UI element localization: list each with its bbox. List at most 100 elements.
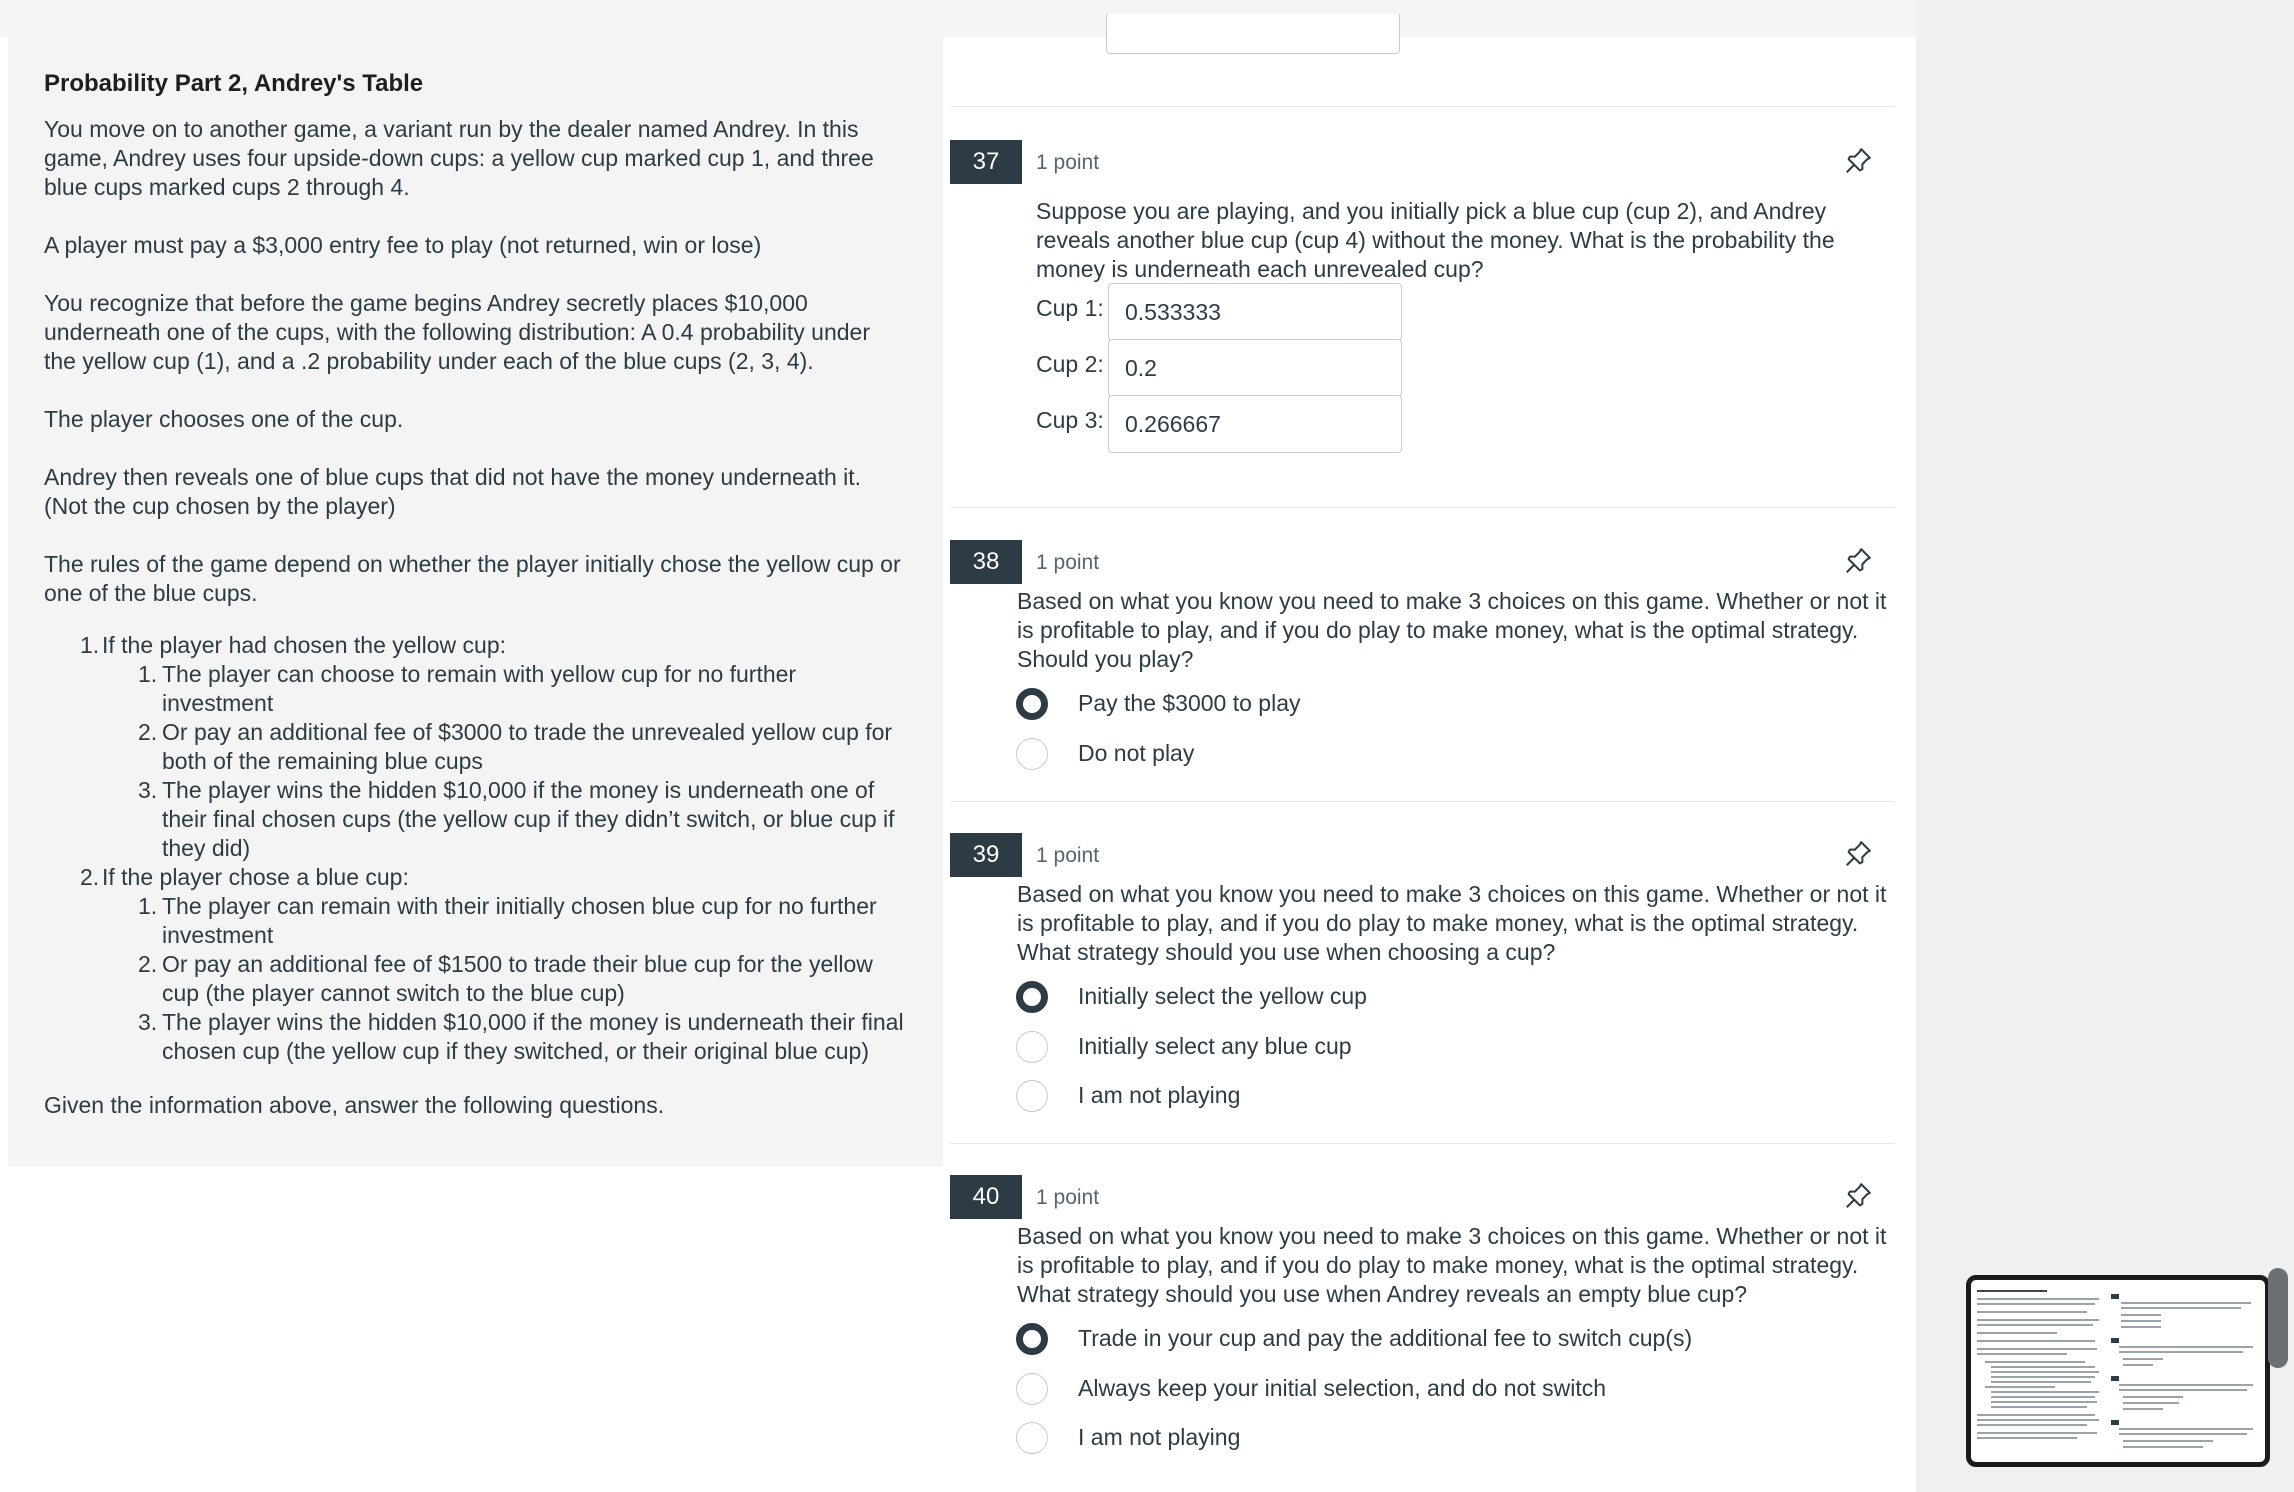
stimulus-paragraph: The rules of the game depend on whether … [44, 551, 901, 606]
previous-answer-input[interactable] [1106, 14, 1400, 54]
list-number: 3. [138, 1009, 158, 1035]
minimap-line [1977, 1419, 2099, 1421]
rules-sublist: 1. The player can choose to remain with y… [102, 660, 907, 863]
minimap-line [1985, 1386, 2055, 1388]
question-37: 37 1 point Suppose you are playing, and … [950, 140, 1895, 510]
minimap-line [2121, 1320, 2161, 1322]
minimap-badge [2111, 1376, 2119, 1381]
pin-icon[interactable] [1843, 1181, 1873, 1211]
minimap-line [1991, 1401, 2097, 1403]
answer-option[interactable]: I am not playing [1016, 1076, 1516, 1116]
list-number: 3. [138, 777, 158, 803]
pin-icon[interactable] [1843, 146, 1873, 176]
answer-option[interactable]: Trade in your cup and pay the additional… [1016, 1319, 1716, 1359]
rules-sublist-item: 1. The player can choose to remain with y… [138, 660, 907, 718]
radio-selected-icon[interactable] [1016, 688, 1048, 720]
minimap-line [2119, 1351, 2243, 1353]
radio-unselected-icon[interactable] [1016, 1373, 1048, 1405]
question-39: 39 1 point Based on what you know you ne… [950, 833, 1895, 1145]
minimap-line [1977, 1432, 2097, 1434]
cup-1-input[interactable]: 0.533333 [1108, 283, 1402, 341]
question-number-badge: 39 [950, 833, 1022, 877]
stimulus-paragraph: A player must pay a $3,000 entry fee to … [44, 232, 762, 258]
page-minimap[interactable] [1966, 1275, 2270, 1467]
answer-option[interactable]: I am not playing [1016, 1418, 1716, 1458]
radio-selected-icon[interactable] [1016, 981, 1048, 1013]
list-text: Or pay an additional fee of $1500 to tra… [162, 951, 873, 1006]
stimulus-paragraph: Given the information above, answer the … [44, 1092, 665, 1118]
option-label: Initially select any blue cup [1078, 1033, 1352, 1059]
minimap-badge [2111, 1420, 2119, 1425]
minimap-line [1977, 1311, 2087, 1313]
answer-option[interactable]: Initially select the yellow cup [1016, 977, 1516, 1017]
list-text: If the player had chosen the yellow cup: [102, 632, 507, 658]
rules-sublist-item: 2. Or pay an additional fee of $3000 to t… [138, 718, 907, 776]
question-38: 38 1 point Based on what you know you ne… [950, 540, 1895, 802]
answer-option[interactable]: Initially select any blue cup [1016, 1027, 1516, 1067]
list-text: The player can remain with their initial… [162, 893, 877, 948]
question-40: 40 1 point Based on what you know you ne… [950, 1175, 1895, 1492]
top-strip [0, 0, 1916, 37]
page-gutter [1916, 0, 2294, 1492]
minimap-line [1977, 1414, 2095, 1416]
list-text: The player wins the hidden $10,000 if th… [162, 1009, 904, 1064]
minimap-line [1991, 1366, 2095, 1368]
question-text: Based on what you know you need to make … [1017, 881, 1887, 965]
divider [950, 801, 1895, 802]
minimap-line [1991, 1391, 2099, 1393]
cup-3-label: Cup 3: [1036, 407, 1104, 433]
divider [950, 507, 1895, 508]
answer-row: Cup 2: 0.2 [1036, 339, 1436, 397]
radio-unselected-icon[interactable] [1016, 1080, 1048, 1112]
minimap-line [1991, 1396, 2095, 1398]
minimap-left-column [1977, 1286, 2105, 1456]
option-label: Pay the $3000 to play [1078, 690, 1301, 716]
minimap-line [2123, 1402, 2179, 1404]
rules-list: 1. If the player had chosen the yellow c… [44, 631, 907, 1066]
minimap-line [2121, 1314, 2161, 1316]
question-points: 1 point [1036, 844, 1100, 867]
question-points: 1 point [1036, 551, 1100, 574]
cup-2-label: Cup 2: [1036, 351, 1104, 377]
rules-list-item: 1. If the player had chosen the yellow c… [80, 631, 907, 863]
list-number: 1. [138, 893, 158, 919]
option-label: I am not playing [1078, 1424, 1241, 1450]
cup-3-input[interactable]: 0.266667 [1108, 395, 1402, 453]
minimap-line [2119, 1384, 2253, 1386]
question-points: 1 point [1036, 151, 1100, 174]
answer-option[interactable]: Always keep your initial selection, and … [1016, 1369, 1716, 1409]
answer-option[interactable]: Do not play [1016, 734, 1516, 774]
pin-icon[interactable] [1843, 546, 1873, 576]
minimap-line [2123, 1396, 2183, 1398]
radio-unselected-icon[interactable] [1016, 1031, 1048, 1063]
app-window: Probability Part 2, Andrey's Table You m… [0, 0, 2294, 1492]
scrollbar-thumb[interactable] [2268, 1268, 2288, 1368]
answer-option[interactable]: Pay the $3000 to play [1016, 684, 1516, 724]
radio-unselected-icon[interactable] [1016, 738, 1048, 770]
minimap-line [2119, 1389, 2247, 1391]
minimap-line [2119, 1346, 2253, 1348]
minimap-line [2123, 1358, 2163, 1360]
radio-unselected-icon[interactable] [1016, 1422, 1048, 1454]
list-number: 2. [138, 951, 158, 977]
minimap-line [2121, 1307, 2241, 1309]
radio-selected-icon[interactable] [1016, 1323, 1048, 1355]
minimap-line [1991, 1381, 2091, 1383]
minimap-line [1977, 1340, 2095, 1342]
cup-2-input[interactable]: 0.2 [1108, 339, 1402, 397]
pin-icon[interactable] [1843, 839, 1873, 869]
quiz-page: Probability Part 2, Andrey's Table You m… [0, 0, 1916, 1492]
minimap-line [2121, 1302, 2251, 1304]
minimap-badge [2111, 1294, 2119, 1299]
question-text: Based on what you know you need to make … [1017, 588, 1887, 672]
minimap-line [1977, 1332, 2057, 1334]
answer-row: Cup 3: 0.266667 [1036, 395, 1436, 453]
rules-sublist-item: 2. Or pay an additional fee of $1500 to t… [138, 950, 907, 1008]
minimap-line [2123, 1364, 2153, 1366]
rules-sublist-item: 1. The player can remain with their initi… [138, 892, 907, 950]
list-number: 2. [80, 864, 100, 890]
list-text: If the player chose a blue cup: [102, 864, 409, 890]
list-number: 1. [138, 661, 158, 687]
option-label: Initially select the yellow cup [1078, 983, 1367, 1009]
list-text: Or pay an additional fee of $3000 to tra… [162, 719, 893, 774]
